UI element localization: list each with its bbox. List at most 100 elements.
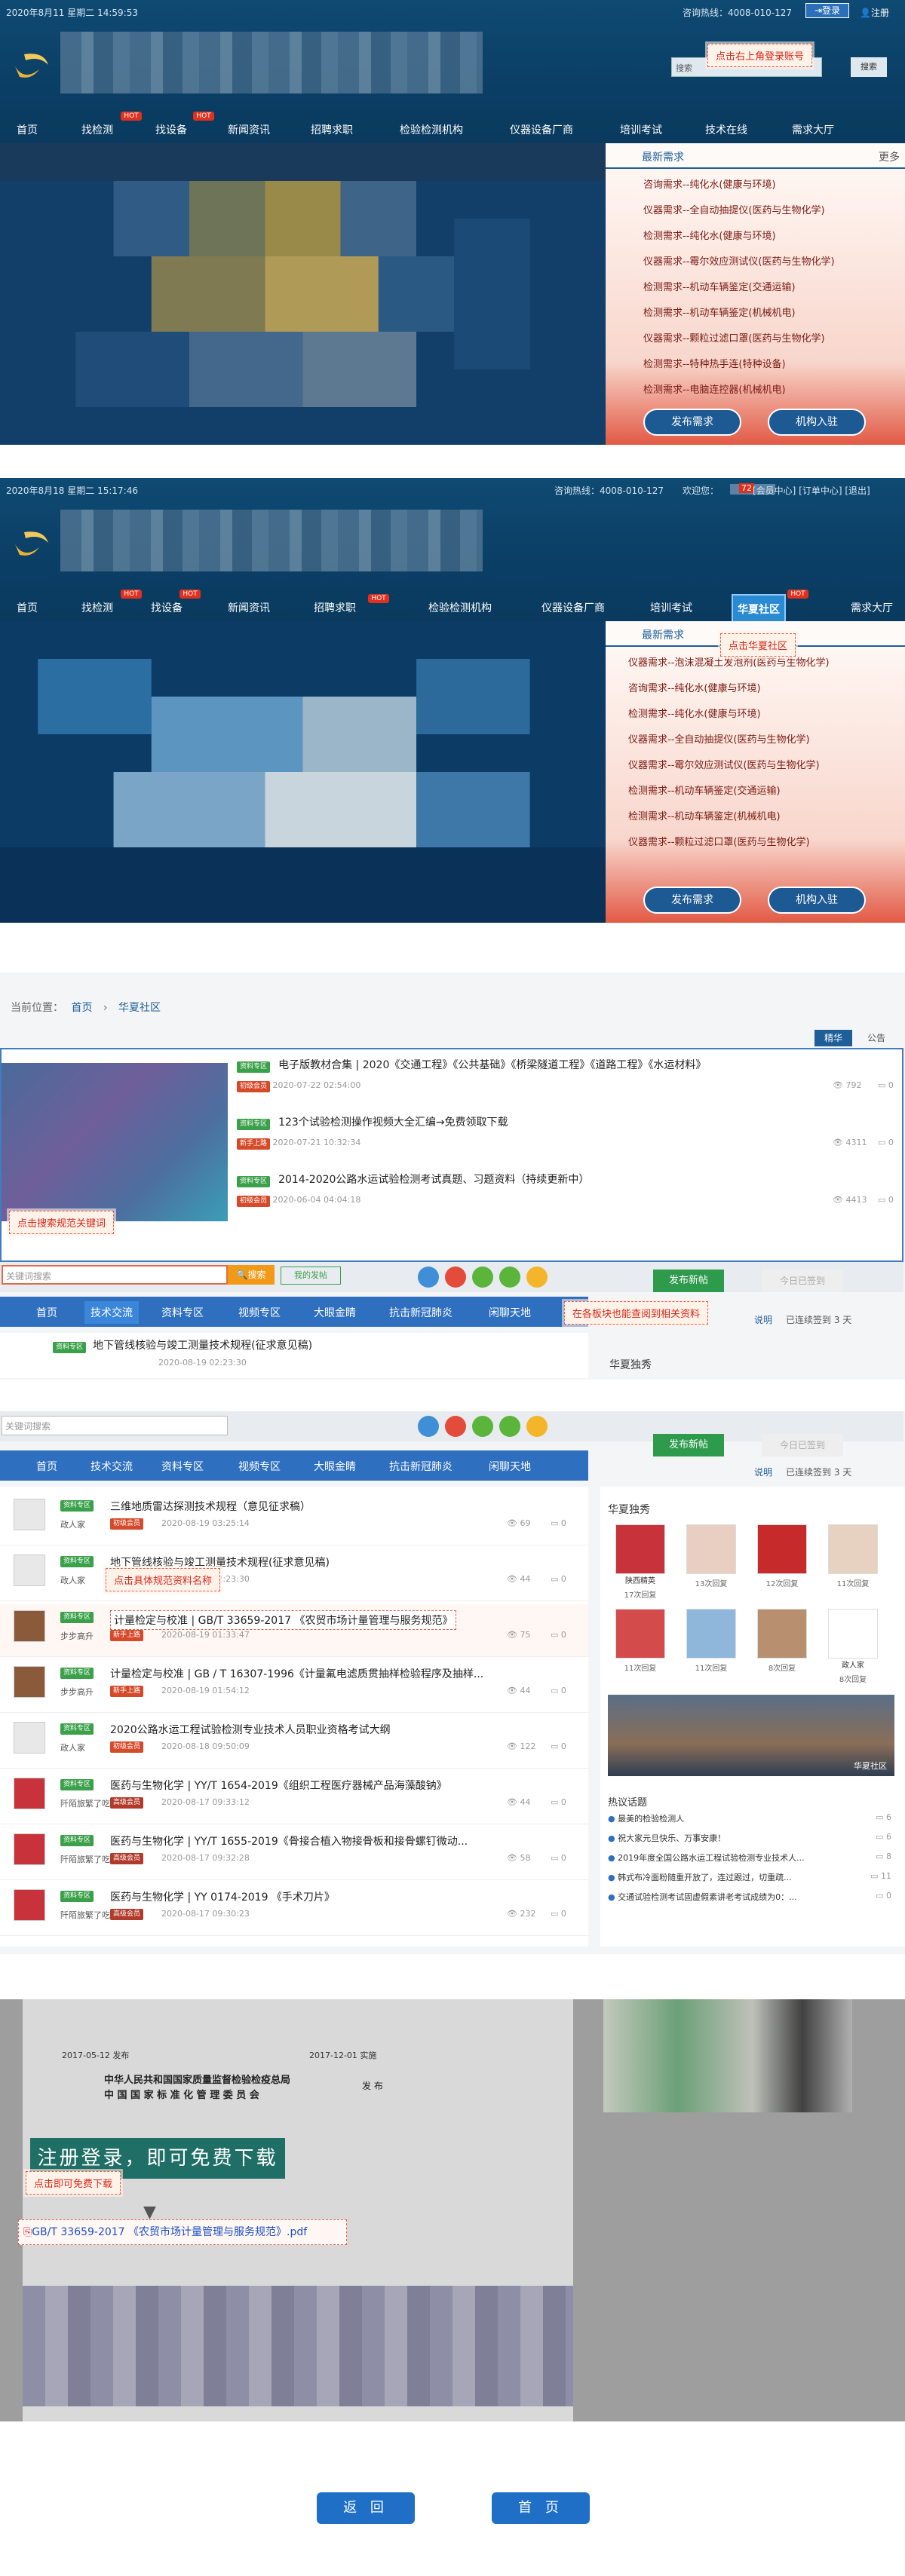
tab-latest-demands[interactable]: 最新需求	[642, 627, 684, 642]
demand-item[interactable]: 仪器需求--霉尔效应测试仪(医药与生物化学)	[643, 253, 835, 268]
post-author[interactable]: 阡陌旅繁了吃	[60, 1797, 110, 1809]
avatar[interactable]	[14, 1666, 45, 1698]
post-title[interactable]: 医药与生物化学 | YY/T 1655-2019《骨接合植入物接骨板和接骨螺钉微…	[110, 1833, 468, 1849]
nav-item[interactable]: 检验检测机构	[428, 600, 492, 615]
list-item[interactable]: 资料专区 医药与生物化学 | YY/T 1654-2019《组织工程医疗器械产品海…	[0, 1772, 588, 1824]
avatar[interactable]	[615, 1609, 665, 1659]
post-title[interactable]: 2020公路水运工程试验检测专业技术人员职业资格考试大纲	[110, 1722, 391, 1737]
hot-topic-item[interactable]: ● 韩式布冷面粉随重开放了，连过跟过，切重疏... ▭ 11	[608, 1871, 894, 1883]
back-button[interactable]: 返 回	[317, 2492, 415, 2524]
hero-banner[interactable]	[0, 621, 606, 923]
hero-banner[interactable]	[0, 143, 606, 445]
breadcrumb-current[interactable]: 华夏社区	[118, 1002, 161, 1014]
list-item[interactable]: 资料专区 地下管线核验与竣工测量技术规程(征求意见稿) 2020-08-19 0…	[0, 1333, 588, 1378]
join-agency-button[interactable]: 机构入驻	[768, 409, 866, 436]
subnav-item[interactable]: 资料专区	[161, 1459, 204, 1474]
hot-topic-item[interactable]: ● 2019年度全国公路水运工程试验检测专业技术人... ▭ 8	[608, 1852, 894, 1864]
member-card[interactable]: 政人家 8次回复	[821, 1609, 885, 1687]
post-author[interactable]: 步步高升	[60, 1686, 94, 1698]
weibo-icon[interactable]	[445, 1416, 466, 1437]
nav-item[interactable]: 仪器设备厂商	[510, 122, 573, 137]
qq-icon[interactable]	[418, 1416, 439, 1437]
demand-item[interactable]: 检测需求--纯化水(健康与环境)	[628, 706, 761, 720]
avatar[interactable]	[757, 1524, 807, 1574]
star-icon[interactable]	[526, 1416, 548, 1437]
subnav-item[interactable]: 闲聊天地	[489, 1305, 531, 1320]
demand-item[interactable]: 仪器需求--颗粒过滤口罩(医药与生物化学)	[643, 330, 825, 345]
demand-item[interactable]: 仪器需求--颗粒过滤口罩(医药与生物化学)	[628, 834, 810, 848]
hot-topic-item[interactable]: ● 交通试验检测考试固虚假素讲老考试成绩为0：... ▭ 0	[608, 1891, 894, 1903]
explain-link[interactable]: 说明	[754, 1466, 772, 1478]
subnav-item[interactable]: 抗击新冠肺炎	[389, 1459, 452, 1474]
search-button[interactable]: 🔍搜索	[228, 1265, 275, 1285]
subnav-item[interactable]: 首页	[36, 1305, 57, 1320]
post-title[interactable]: 地下管线核验与竣工测量技术规程(征求意见稿)	[110, 1554, 330, 1570]
member-card[interactable]: 13次回复	[679, 1524, 744, 1603]
post-title[interactable]: 医药与生物化学 | YY 0174-2019 《手术刀片》	[110, 1889, 335, 1904]
post-title[interactable]: 计量检定与校准 | GB / T 16307-1996《计量氟电滤质贯抽样检验程…	[110, 1666, 483, 1681]
my-posts-button[interactable]: 我的发帖	[281, 1267, 341, 1285]
nav-item[interactable]: 新闻资讯	[228, 600, 270, 615]
featured-post[interactable]: 资料专区 123个试验检测操作视频大全汇编→免费领取下载 新手上路 2020-0…	[237, 1114, 900, 1159]
post-author[interactable]: 政人家	[60, 1518, 85, 1530]
nav-item[interactable]: 找设备	[155, 122, 187, 137]
demand-item[interactable]: 仪器需求--全自动抽提仪(医药与生物化学)	[643, 202, 825, 216]
avatar[interactable]	[14, 1722, 45, 1754]
member-card[interactable]: 11次回复	[821, 1524, 885, 1603]
member-card[interactable]: 8次回复	[750, 1609, 814, 1687]
demand-item[interactable]: 检测需求--纯化水(健康与环境)	[643, 228, 776, 242]
search-input[interactable]: 关键词搜索	[2, 1265, 228, 1285]
post-author[interactable]: 政人家	[60, 1741, 85, 1754]
nav-item[interactable]: 技术在线	[705, 122, 747, 137]
account-links[interactable]: [会员中心] [订单中心] [退出]	[753, 484, 870, 497]
post-title[interactable]: 2014-2020公路水运试验检测考试真题、习题资料（持续更新中）	[278, 1174, 589, 1186]
wechat-icon[interactable]	[472, 1416, 493, 1437]
nav-item[interactable]: 招聘求职	[311, 122, 353, 137]
circle-icon[interactable]	[499, 1416, 520, 1437]
avatar[interactable]	[686, 1609, 736, 1659]
tab-essence[interactable]: 精华	[814, 1030, 852, 1046]
subnav-item[interactable]: 技术交流	[84, 1301, 139, 1324]
post-author[interactable]: 步步高升	[60, 1630, 94, 1642]
circle-icon[interactable]	[499, 1267, 520, 1288]
post-title[interactable]: 医药与生物化学 | YY/T 1654-2019《组织工程医疗器械产品海藻酸钠》	[110, 1778, 447, 1793]
wechat-icon[interactable]	[472, 1267, 493, 1288]
login-button[interactable]: ⇥登录	[805, 3, 849, 18]
member-card[interactable]: 11次回复	[679, 1609, 744, 1687]
subnav-item[interactable]: 视频专区	[238, 1459, 281, 1474]
nav-item[interactable]: 首页	[17, 122, 38, 137]
breadcrumb-home[interactable]: 首页	[71, 1002, 92, 1014]
member-card[interactable]: 11次回复	[608, 1609, 673, 1687]
list-item[interactable]: 资料专区地下管线核验与竣工测量技术规程(征求意见稿)政人家初级会员2020-08…	[0, 1548, 588, 1601]
nav-item[interactable]: 找检测	[81, 600, 113, 615]
nav-item[interactable]: 找设备	[151, 600, 183, 615]
demand-item[interactable]: 咨询需求--纯化水(健康与环境)	[628, 680, 761, 694]
post-author[interactable]: 阡陌旅繁了吃	[60, 1853, 110, 1865]
post-title[interactable]: 地下管线核验与竣工测量技术规程(征求意见稿)	[93, 1340, 312, 1352]
member-card[interactable]: 12次回复	[750, 1524, 814, 1603]
demand-item[interactable]: 检测需求--机动车辆鉴定(交通运输)	[643, 279, 796, 293]
avatar[interactable]	[14, 1778, 45, 1809]
avatar[interactable]	[14, 1610, 45, 1642]
search-input[interactable]: 关键词搜索	[2, 1416, 228, 1435]
post-author[interactable]: 政人家	[60, 1574, 85, 1586]
avatar[interactable]	[14, 1833, 45, 1865]
nav-item[interactable]: 培训考试	[650, 600, 692, 615]
search-button[interactable]: 搜索	[851, 57, 887, 77]
avatar[interactable]	[686, 1524, 736, 1574]
avatar[interactable]	[828, 1609, 878, 1659]
demand-item[interactable]: 检测需求--机动车辆鉴定(机械机电)	[643, 305, 796, 319]
demand-item[interactable]: 检测需求--电脑连控器(机械机电)	[643, 381, 786, 396]
demand-item[interactable]: 咨询需求--纯化水(健康与环境)	[643, 176, 776, 191]
subnav-item[interactable]: 资料专区	[161, 1305, 204, 1320]
member-card[interactable]: 陕西精英 17次回复	[608, 1524, 673, 1603]
avatar[interactable]	[14, 1554, 45, 1586]
explain-link[interactable]: 说明	[754, 1313, 772, 1326]
avatar[interactable]	[14, 1889, 45, 1921]
nav-item[interactable]: 需求大厅	[851, 600, 893, 615]
subnav-item[interactable]: 技术交流	[90, 1459, 133, 1474]
list-item[interactable]: 资料专区 计量检定与校准 | GB / T 16307-1996《计量氟电滤质贯抽…	[0, 1660, 588, 1713]
nav-item[interactable]: 找检测	[81, 122, 113, 137]
list-item[interactable]: 资料专区 医药与生物化学 | YY/T 1655-2019《骨接合植入物接骨板和接…	[0, 1827, 588, 1880]
demand-item[interactable]: 检测需求--机动车辆鉴定(机械机电)	[628, 808, 781, 822]
